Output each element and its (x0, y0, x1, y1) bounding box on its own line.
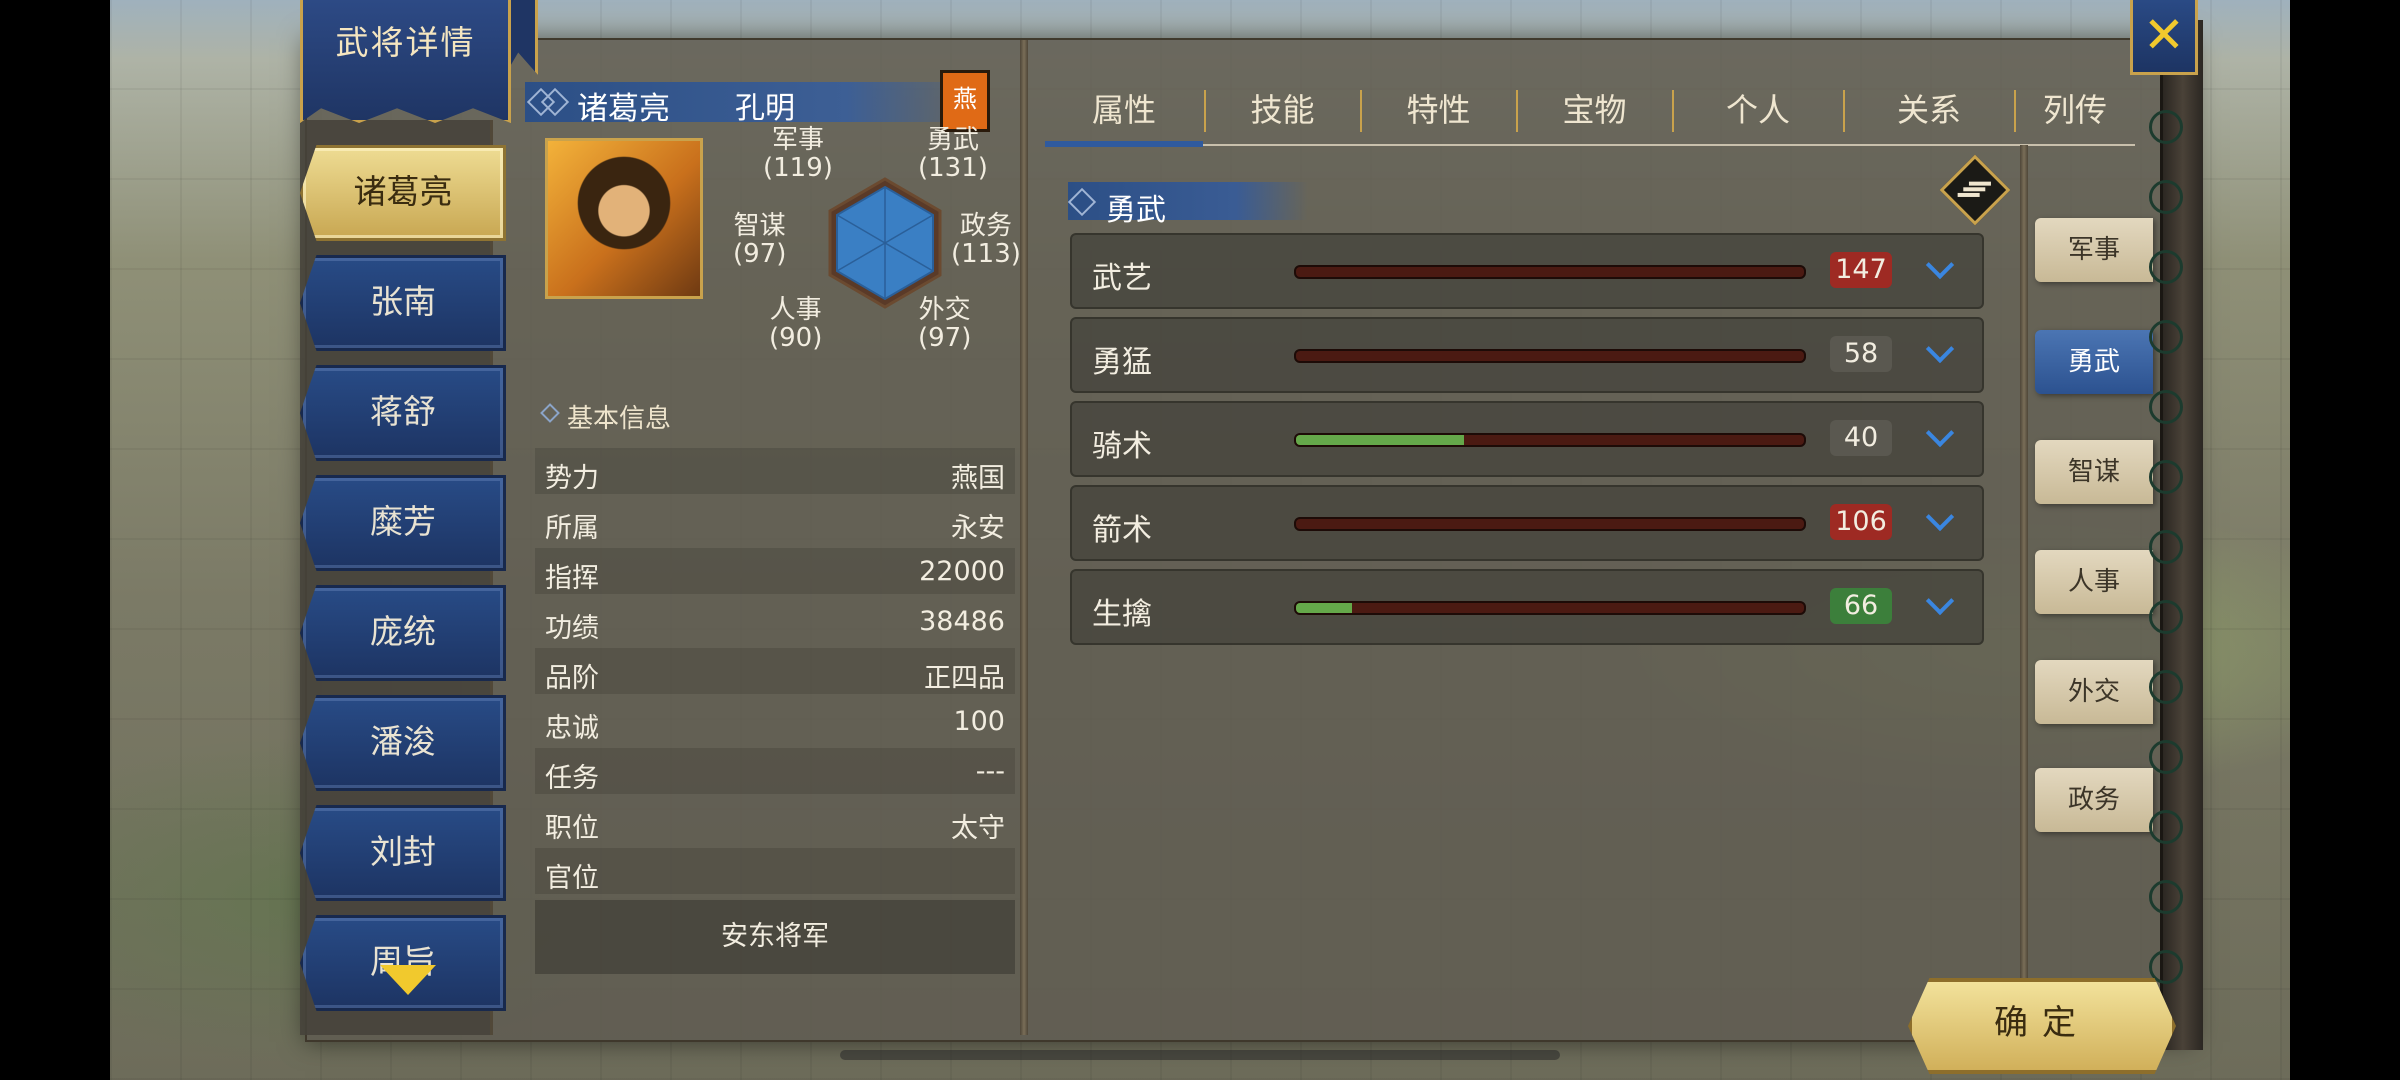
window-title-banner: 武将详情 (300, 0, 511, 123)
tabs-underline (1045, 144, 2135, 146)
radar-label-intelligence: 智谋 (97) (733, 211, 787, 269)
chevron-down-icon[interactable] (1925, 586, 1955, 616)
section-title: 勇武 (1106, 193, 1166, 228)
stat-label: 生擒 (1092, 597, 1152, 632)
side-tab-politics[interactable]: 政务 (2035, 768, 2153, 832)
info-row-post: 职位 太守 (545, 813, 1005, 844)
stat-bar (1294, 349, 1806, 363)
stat-bar-fill (1296, 435, 1464, 445)
info-row-rank: 品阶 正四品 (535, 648, 1015, 694)
detail-tabs: 属性 技能 特性 宝物 个人 关系 列传 (1045, 70, 2135, 145)
stat-value-badge: 58 (1830, 336, 1892, 372)
diamond-icon (1067, 187, 1097, 217)
officer-item-3[interactable]: 糜芳 (300, 475, 506, 571)
faction-tag: 燕 (940, 70, 990, 132)
official-title-value: 安东将军 (535, 900, 1015, 974)
column-divider (1020, 40, 1028, 1035)
stat-label: 勇猛 (1092, 345, 1152, 380)
stat-bar (1294, 601, 1806, 615)
diamond-bullet-icon (540, 403, 560, 423)
stat-row: 箭术 106 (1070, 485, 1984, 561)
info-row-merit: 功绩 38486 (545, 606, 1005, 644)
stat-value-badge: 40 (1830, 420, 1892, 456)
side-tab-diplomacy[interactable]: 外交 (2035, 660, 2153, 724)
stat-label: 箭术 (1092, 513, 1152, 548)
stat-bar-fill (1296, 603, 1352, 613)
side-tab-personnel[interactable]: 人事 (2035, 550, 2153, 614)
stat-value-badge: 66 (1830, 588, 1892, 624)
tab-skills[interactable]: 技能 (1205, 80, 1360, 140)
officer-portrait (545, 138, 703, 299)
tab-relations[interactable]: 关系 (1844, 80, 2014, 140)
officer-style-name: 孔明 (735, 91, 795, 126)
stat-bar (1294, 433, 1806, 447)
officer-item-6[interactable]: 刘封 (300, 805, 506, 901)
chevron-down-icon[interactable] (1925, 334, 1955, 364)
chevron-down-icon[interactable] (1925, 250, 1955, 280)
close-button[interactable]: ✕ (2130, 0, 2198, 75)
tab-personal[interactable]: 个人 (1673, 80, 1843, 140)
active-tab-indicator (1045, 141, 1203, 147)
stat-row: 骑术 40 (1070, 401, 1984, 477)
officer-name: 诸葛亮 (577, 91, 670, 127)
stat-bar (1294, 265, 1806, 279)
section-title-bar: 勇武 (1067, 182, 1308, 228)
side-tab-valor[interactable]: 勇武 (2035, 330, 2153, 394)
info-row-loyalty: 忠诚 100 (545, 706, 1005, 744)
close-icon: ✕ (2143, 6, 2185, 64)
window-title: 武将详情 (335, 23, 476, 62)
chevron-down-icon[interactable] (1925, 502, 1955, 532)
officer-item-1[interactable]: 张南 (300, 255, 506, 351)
stat-label: 骑术 (1092, 429, 1152, 464)
book-binding (2149, 20, 2203, 1050)
side-tab-intelligence[interactable]: 智谋 (2035, 440, 2153, 504)
tab-attributes[interactable]: 属性 (1045, 80, 1203, 140)
officer-item-4[interactable]: 庞统 (300, 585, 506, 681)
officer-item-5[interactable]: 潘浚 (300, 695, 506, 791)
home-indicator (840, 1050, 1560, 1060)
chevron-down-icon[interactable] (1925, 418, 1955, 448)
confirm-button[interactable]: 确定 (1908, 978, 2176, 1074)
tab-treasures[interactable]: 宝物 (1517, 80, 1672, 140)
stat-label: 武艺 (1092, 261, 1152, 296)
info-row-faction: 势力 燕国 (535, 448, 1015, 494)
info-row-task: 任务 --- (535, 748, 1015, 794)
stat-bar (1294, 517, 1806, 531)
tab-biography[interactable]: 列传 (2015, 80, 2135, 140)
info-row-official-title: 官位 (535, 848, 1015, 894)
officer-item-2[interactable]: 蒋舒 (300, 365, 506, 461)
attribute-radar (828, 177, 942, 309)
tab-traits[interactable]: 特性 (1361, 80, 1516, 140)
info-row-command: 指挥 22000 (535, 548, 1015, 594)
stat-row: 勇猛 58 (1070, 317, 1984, 393)
right-rail (2020, 145, 2028, 1035)
stat-row: 生擒 66 (1070, 569, 1984, 645)
side-tab-military[interactable]: 军事 (2035, 218, 2153, 282)
scroll-down-icon[interactable] (380, 965, 436, 995)
stat-row: 武艺 147 (1070, 233, 1984, 309)
radar-label-politics: 政务 (113) (951, 211, 1021, 269)
officer-item-0[interactable]: 诸葛亮 (300, 145, 506, 241)
basic-info-header: 基本信息 (540, 398, 671, 435)
officer-item-7[interactable]: 周旨 (300, 915, 506, 1011)
stat-value-badge: 106 (1830, 504, 1892, 540)
info-row-location: 所属 永安 (545, 513, 1005, 544)
stat-value-badge: 147 (1830, 252, 1892, 288)
officer-info-column: 诸葛亮 孔明 燕 军事 (119) 勇武 (131) 智谋 (97) 政务 (1… (515, 70, 1021, 1035)
